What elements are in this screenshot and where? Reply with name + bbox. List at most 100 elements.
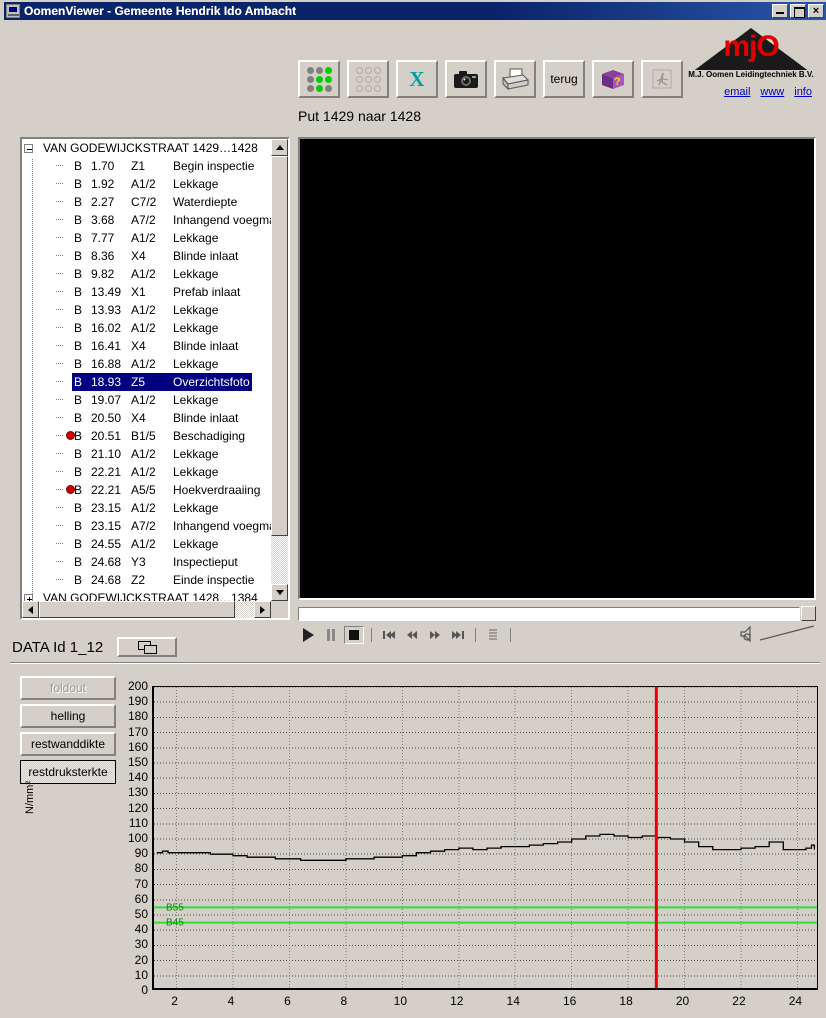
tree-item[interactable]: B 13.49 X1 Prefab inlaat — [22, 283, 271, 301]
tree-item[interactable]: B 22.21 A1/2 Lekkage — [22, 463, 271, 481]
logo-brand: mjO — [723, 30, 779, 63]
tree-item[interactable]: B 24.55 A1/2 Lekkage — [22, 535, 271, 553]
tree-item-text: B 9.82 A1/2 Lekkage — [72, 265, 220, 283]
traffic-lights-active-button[interactable] — [298, 60, 340, 98]
cascade-windows-button[interactable] — [117, 637, 178, 657]
tree-item[interactable]: B 1.92 A1/2 Lekkage — [22, 175, 271, 193]
tree-item[interactable]: B 16.41 X4 Blinde inlaat — [22, 337, 271, 355]
scroll-left-button[interactable] — [22, 601, 39, 618]
tree-item[interactable]: B 2.27 C7/2 Waterdiepte — [22, 193, 271, 211]
video-seek-bar[interactable] — [298, 606, 816, 622]
chart-y-tick-label: 110 — [128, 815, 148, 830]
chart-plot-area[interactable]: B55 B45 — [152, 686, 818, 990]
tree-connector — [50, 283, 72, 301]
observation-tree[interactable]: VAN GODEWIJCKSTRAAT 1429…1428 B 1.70 Z1 Begi… — [22, 139, 271, 601]
tree-item[interactable]: B 16.02 A1/2 Lekkage — [22, 319, 271, 337]
tree-item[interactable]: B 1.70 Z1 Begin inspectie — [22, 157, 271, 175]
chart-plot: N/mm² 0 10 20 30 40 50 60 70 80 90 100 110 120 130 140… — [24, 679, 818, 1008]
scroll-down-button[interactable] — [271, 584, 288, 601]
tree-item[interactable]: B 20.50 X4 Blinde inlaat — [22, 409, 271, 427]
photo-button[interactable] — [445, 60, 487, 98]
tree-root-1429-1428[interactable]: VAN GODEWIJCKSTRAAT 1429…1428 — [22, 139, 271, 157]
maximize-button[interactable] — [790, 4, 806, 18]
tree-item-position: 23.15 — [91, 501, 122, 515]
pdf-button[interactable] — [641, 60, 683, 98]
back-button-label: terug — [550, 72, 578, 86]
tree-root-1428-1384[interactable]: VAN GODEWIJCKSTRAAT 1428…1384 — [22, 589, 271, 601]
tree-item[interactable]: B 7.77 A1/2 Lekkage — [22, 229, 271, 247]
print-button[interactable] — [494, 60, 536, 98]
tree-item-code: A7/2 — [131, 213, 156, 227]
info-link[interactable]: info — [794, 86, 812, 98]
scroll-up-button[interactable] — [271, 139, 288, 156]
chart-mode-foldout-button[interactable]: foldout — [20, 676, 116, 700]
www-link[interactable]: www — [760, 86, 784, 98]
tree-item-text: B 8.36 X4 Blinde inlaat — [72, 247, 240, 265]
pdf-icon — [652, 69, 672, 89]
tree-item[interactable]: B 23.15 A7/2 Inhangend voegmat — [22, 517, 271, 535]
chart-y-tick-label: 40 — [134, 922, 148, 937]
chart-x-tick-label: 4 — [227, 994, 235, 1008]
excel-export-button[interactable]: X — [396, 60, 438, 98]
chart-mode-helling-button[interactable]: helling — [20, 704, 116, 728]
tree-item-prefix: B — [74, 501, 83, 515]
tree-item-position: 1.92 — [91, 177, 115, 191]
tree-item-label: Lekkage — [173, 303, 219, 317]
minimize-button[interactable] — [772, 4, 788, 18]
chart-x-tick-label: 20 — [675, 994, 690, 1008]
tree-item[interactable]: B 3.68 A7/2 Inhangend voegmater — [22, 211, 271, 229]
tree-item[interactable]: B 18.93 Z5 Overzichtsfoto — [22, 373, 271, 391]
tree-item[interactable]: B 21.10 A1/2 Lekkage — [22, 445, 271, 463]
tree-item[interactable]: B 19.07 A1/2 Lekkage — [22, 391, 271, 409]
video-seek-thumb[interactable] — [801, 606, 816, 621]
back-button[interactable]: terug — [543, 60, 585, 98]
tree-item[interactable]: B 13.93 A1/2 Lekkage — [22, 301, 271, 319]
tree-collapse-icon[interactable] — [24, 143, 33, 153]
email-link[interactable]: email — [724, 86, 750, 98]
tree-vertical-scrollbar[interactable] — [271, 139, 288, 601]
tree-item[interactable]: B 23.15 A1/2 Lekkage — [22, 499, 271, 517]
tree-item-position: 21.10 — [91, 447, 122, 461]
tree-item-prefix: B — [74, 177, 83, 191]
tree-connector — [50, 175, 72, 193]
scroll-right-button[interactable] — [254, 601, 271, 618]
tree-item-label: Beschadiging — [173, 429, 246, 443]
tree-item[interactable]: B 24.68 Y3 Inspectieput — [22, 553, 271, 571]
tree-connector — [50, 373, 72, 391]
tree-item-position: 16.88 — [91, 357, 122, 371]
close-button[interactable]: × — [808, 4, 824, 18]
dots-empty-icon — [355, 66, 381, 92]
tree-item-text: B 20.51 B1/5 Beschadiging — [72, 427, 247, 445]
video-viewport[interactable] — [298, 137, 816, 600]
tree-item[interactable]: B 24.68 Z2 Einde inspectie — [22, 571, 271, 589]
traffic-lights-inactive-button[interactable] — [347, 60, 389, 98]
tree-item[interactable]: B 9.82 A1/2 Lekkage — [22, 265, 271, 283]
tree-connector — [50, 193, 72, 211]
tree-item-label: Lekkage — [173, 393, 219, 407]
tree-item-position: 7.77 — [91, 231, 115, 245]
tree-connector — [50, 517, 72, 535]
tree-item[interactable]: B 16.88 A1/2 Lekkage — [22, 355, 271, 373]
tree-horizontal-scrollbar[interactable] — [22, 601, 271, 618]
tree-item-position: 24.68 — [91, 573, 122, 587]
chart-y-tick-label: 70 — [134, 876, 148, 891]
tree-hscroll-thumb[interactable] — [39, 601, 235, 618]
tree-item-text: B 16.41 X4 Blinde inlaat — [72, 337, 240, 355]
tree-item-code: A5/5 — [131, 483, 156, 497]
tree-item-code: A1/2 — [131, 303, 156, 317]
tree-item[interactable]: B 8.36 X4 Blinde inlaat — [22, 247, 271, 265]
tree-item[interactable]: B 20.51 B1/5 Beschadiging — [22, 427, 271, 445]
video-seek-track[interactable] — [298, 607, 800, 621]
tree-item[interactable]: B 22.21 A5/5 Hoekverdraaiing — [22, 481, 271, 499]
tree-item-label: Lekkage — [173, 501, 219, 515]
help-button[interactable]: ? — [592, 60, 634, 98]
chart-mode-restwanddikte-button[interactable]: restwanddikte — [20, 732, 116, 756]
tree-connector — [50, 247, 72, 265]
chart-reference-label: B55 — [166, 902, 184, 913]
tree-item-code: Z2 — [131, 573, 146, 587]
chart-y-tick-label: 20 — [134, 952, 148, 967]
chart-series-line — [156, 833, 816, 861]
tree-scroll-thumb[interactable] — [271, 156, 288, 536]
tree-expand-icon[interactable] — [24, 593, 33, 601]
tree-item-label: Lekkage — [173, 465, 219, 479]
